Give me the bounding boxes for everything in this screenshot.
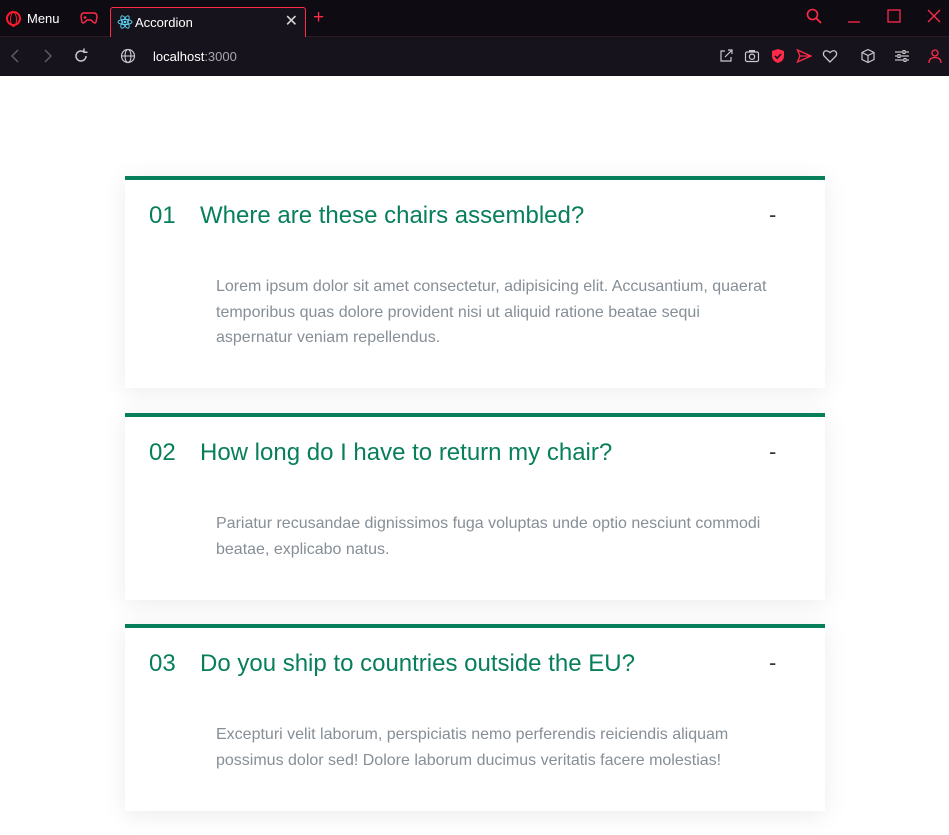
address-bar: localhost:3000	[0, 37, 949, 76]
settings-sliders-icon[interactable]	[894, 48, 910, 64]
accordion-item[interactable]: 03 Do you ship to countries outside the …	[125, 624, 825, 811]
item-title[interactable]: How long do I have to return my chair?	[200, 439, 612, 467]
menu-label: Menu	[27, 10, 60, 26]
cube-icon[interactable]	[860, 48, 876, 64]
tab-bar: Menu Accordion ✕ +	[0, 0, 949, 37]
opera-menu-button[interactable]: Menu	[6, 8, 60, 28]
adblock-shield-icon[interactable]	[770, 48, 786, 64]
react-favicon-icon	[117, 15, 133, 29]
share-icon[interactable]	[718, 48, 734, 64]
url-port: :3000	[204, 49, 237, 64]
heart-icon[interactable]	[822, 48, 838, 64]
maximize-icon[interactable]	[887, 9, 901, 23]
opera-logo-icon	[6, 10, 21, 27]
close-window-icon[interactable]	[927, 9, 941, 23]
globe-icon[interactable]	[120, 48, 136, 64]
forward-icon[interactable]	[37, 46, 57, 66]
item-number: 01	[149, 202, 176, 229]
accordion-item[interactable]: 01 Where are these chairs assembled? - L…	[125, 176, 825, 388]
browser-chrome: Menu Accordion ✕ + localhost:3000	[0, 0, 949, 76]
collapse-toggle[interactable]: -	[769, 202, 776, 228]
item-title[interactable]: Do you ship to countries outside the EU?	[200, 650, 635, 678]
profile-icon[interactable]	[927, 48, 943, 64]
tab-title: Accordion	[135, 15, 193, 30]
item-content: Lorem ipsum dolor sit amet consectetur, …	[216, 278, 767, 346]
item-number: 02	[149, 439, 176, 466]
accordion-item[interactable]: 02 How long do I have to return my chair…	[125, 413, 825, 600]
collapse-toggle[interactable]: -	[769, 439, 776, 465]
collapse-toggle[interactable]: -	[769, 650, 776, 676]
send-icon[interactable]	[796, 48, 812, 64]
new-tab-button[interactable]: +	[313, 8, 324, 28]
back-icon[interactable]	[6, 46, 26, 66]
url-field[interactable]: localhost:3000	[153, 49, 237, 64]
tab-close-icon[interactable]: ✕	[285, 13, 298, 31]
item-title[interactable]: Where are these chairs assembled?	[200, 202, 584, 230]
item-content: Pariatur recusandae dignissimos fuga vol…	[216, 515, 761, 558]
url-host: localhost	[153, 49, 205, 64]
camera-icon[interactable]	[744, 48, 760, 64]
minimize-icon[interactable]	[847, 10, 861, 24]
gamepad-icon[interactable]	[80, 11, 98, 25]
item-content: Excepturi velit laborum, perspiciatis ne…	[216, 726, 729, 769]
tab-accordion[interactable]: Accordion ✕	[110, 7, 306, 37]
item-number: 03	[149, 650, 176, 677]
search-icon[interactable]	[806, 8, 822, 24]
reload-icon[interactable]	[71, 46, 91, 66]
